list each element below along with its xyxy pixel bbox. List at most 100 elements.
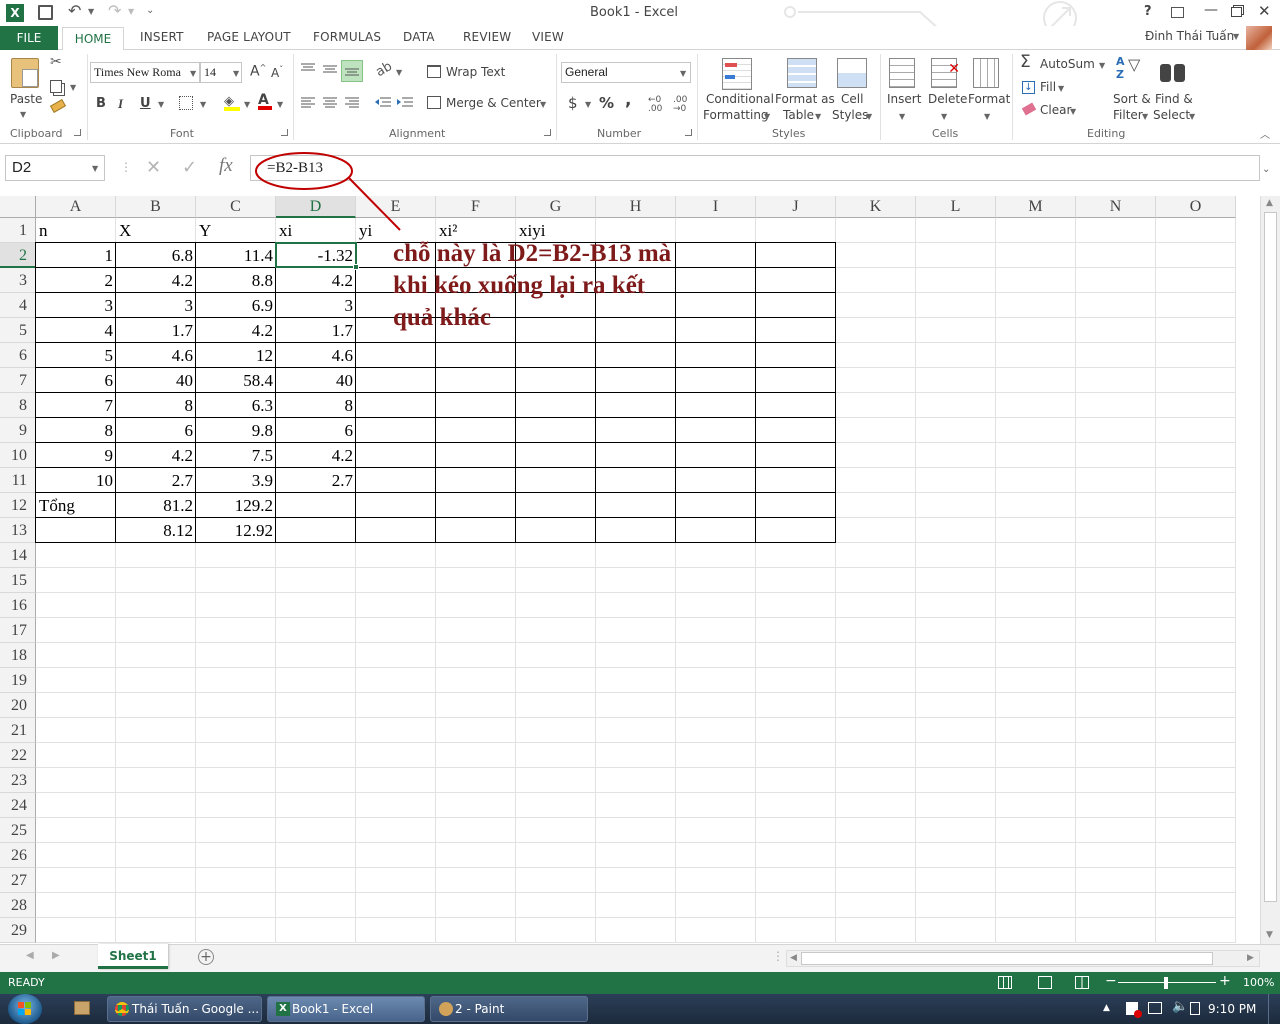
format-cells-icon[interactable] — [973, 58, 999, 88]
scroll-right-icon[interactable]: ▶ — [1247, 953, 1254, 963]
tab-formulas[interactable]: FORMULAS — [313, 30, 381, 44]
insert-cells-button[interactable]: Insert — [887, 92, 921, 106]
decrease-indent-icon[interactable] — [374, 96, 392, 110]
cell-b1[interactable]: X — [116, 218, 196, 243]
taskbar-paint[interactable]: 2 - Paint — [430, 996, 588, 1022]
cell-b10[interactable]: 4.2 — [116, 443, 196, 468]
delete-cells-button[interactable]: Delete — [928, 92, 967, 106]
font-color-icon[interactable]: A — [258, 92, 272, 110]
row-header-10[interactable]: 10 — [0, 443, 36, 468]
cell-c7[interactable]: 58.4 — [196, 368, 276, 393]
expand-formula-bar-icon[interactable]: ⌄ — [1262, 164, 1270, 175]
clear-button[interactable]: Clear — [1040, 103, 1071, 117]
delete-cells-icon[interactable]: ✕ — [931, 58, 960, 88]
number-format-combo[interactable]: General — [561, 62, 691, 83]
fill-handle[interactable] — [353, 264, 359, 270]
customize-qat-icon[interactable]: ⌄ — [146, 5, 154, 16]
cell-styles-dropdown-icon[interactable]: ▼ — [866, 112, 872, 121]
cell-d5[interactable]: 1.7 — [276, 318, 356, 343]
name-box[interactable]: D2 — [5, 155, 105, 181]
fill-dropdown-icon[interactable]: ▼ — [1058, 84, 1064, 93]
middle-align-icon[interactable] — [322, 62, 338, 76]
align-right-icon[interactable] — [344, 96, 360, 110]
start-button[interactable] — [8, 994, 42, 1024]
restore-button[interactable] — [1231, 7, 1242, 17]
taskbar-chrome[interactable]: Thái Tuấn - Google ... — [107, 996, 262, 1022]
font-name-dropdown-icon[interactable]: ▼ — [190, 69, 196, 78]
cell-c8[interactable]: 6.3 — [196, 393, 276, 418]
row-header-6[interactable]: 6 — [0, 343, 36, 368]
cell-b13[interactable]: 8.12 — [116, 518, 196, 543]
insert-dropdown-icon[interactable]: ▼ — [899, 112, 905, 121]
row-header-27[interactable]: 27 — [0, 868, 36, 893]
show-hidden-icons[interactable]: ▲ — [1103, 1003, 1110, 1013]
row-header-21[interactable]: 21 — [0, 718, 36, 743]
active-cell-d2[interactable] — [275, 242, 357, 268]
tab-data[interactable]: DATA — [403, 30, 435, 44]
cut-icon[interactable]: ✂ — [50, 54, 62, 70]
cell-d11[interactable]: 2.7 — [276, 468, 356, 493]
cell-b3[interactable]: 4.2 — [116, 268, 196, 293]
borders-icon[interactable] — [179, 96, 193, 110]
column-header-i[interactable]: I — [676, 196, 756, 218]
fill-button[interactable]: Fill — [1040, 80, 1056, 94]
cell-c4[interactable]: 6.9 — [196, 293, 276, 318]
row-header-4[interactable]: 4 — [0, 293, 36, 318]
percent-button[interactable]: % — [599, 94, 614, 112]
cell-d3[interactable]: 4.2 — [276, 268, 356, 293]
row-header-12[interactable]: 12 — [0, 493, 36, 518]
font-size-dropdown-icon[interactable]: ▼ — [233, 69, 239, 78]
cell-a3[interactable]: 2 — [36, 268, 116, 293]
fill-color-icon[interactable]: ◈ — [224, 94, 240, 111]
cell-a4[interactable]: 3 — [36, 293, 116, 318]
user-name[interactable]: Đinh Thái Tuấn — [1145, 29, 1234, 43]
sort-filter-label2[interactable]: Filter — [1113, 108, 1143, 122]
row-header-16[interactable]: 16 — [0, 593, 36, 618]
cell-c5[interactable]: 4.2 — [196, 318, 276, 343]
insert-cells-icon[interactable] — [889, 58, 915, 88]
tab-insert[interactable]: INSERT — [140, 30, 184, 44]
minimize-button[interactable]: — — [1204, 2, 1218, 18]
row-header-2[interactable]: 2 — [0, 243, 36, 268]
row-header-9[interactable]: 9 — [0, 418, 36, 443]
cell-a12[interactable]: Tổng — [36, 493, 116, 518]
bold-button[interactable]: B — [96, 96, 106, 111]
merge-center-icon[interactable] — [427, 96, 441, 109]
column-header-k[interactable]: K — [836, 196, 916, 218]
row-header-3[interactable]: 3 — [0, 268, 36, 293]
conditional-formatting-dropdown-icon[interactable]: ▼ — [764, 112, 770, 121]
fill-color-dropdown-icon[interactable]: ▼ — [244, 100, 250, 109]
user-dropdown-icon[interactable]: ▼ — [1233, 32, 1239, 41]
comma-button[interactable]: , — [625, 90, 631, 110]
redo-dropdown-icon[interactable]: ▼ — [128, 7, 134, 16]
currency-button[interactable]: $ — [568, 94, 578, 112]
format-as-table-dropdown-icon[interactable]: ▼ — [815, 112, 821, 121]
formula-bar-grip-icon[interactable]: ⋮ — [120, 160, 132, 174]
clear-icon[interactable] — [1021, 102, 1037, 116]
save-icon[interactable] — [38, 5, 53, 20]
column-header-m[interactable]: M — [996, 196, 1076, 218]
clear-dropdown-icon[interactable]: ▼ — [1070, 107, 1076, 116]
cell-c11[interactable]: 3.9 — [196, 468, 276, 493]
cell-b4[interactable]: 3 — [116, 293, 196, 318]
row-header-15[interactable]: 15 — [0, 568, 36, 593]
select-all-corner[interactable] — [0, 196, 36, 218]
row-header-11[interactable]: 11 — [0, 468, 36, 493]
font-color-dropdown-icon[interactable]: ▼ — [277, 100, 283, 109]
tab-home[interactable]: HOME — [62, 27, 124, 51]
cell-d6[interactable]: 4.6 — [276, 343, 356, 368]
underline-button[interactable]: U — [140, 96, 151, 111]
autosum-icon[interactable]: Σ — [1020, 52, 1031, 72]
find-select-icon[interactable] — [1160, 60, 1186, 82]
cell-a6[interactable]: 5 — [36, 343, 116, 368]
delete-dropdown-icon[interactable]: ▼ — [941, 112, 947, 121]
cell-c6[interactable]: 12 — [196, 343, 276, 368]
tab-split-grip-icon[interactable]: ⋮ — [772, 949, 784, 963]
redo-icon[interactable]: ↷ — [108, 1, 121, 20]
number-format-dropdown-icon[interactable]: ▼ — [680, 69, 686, 78]
increase-font-icon[interactable]: A^ — [250, 63, 266, 80]
row-header-28[interactable]: 28 — [0, 893, 36, 918]
confirm-entry-icon[interactable]: ✓ — [182, 157, 197, 178]
increase-indent-icon[interactable] — [396, 96, 414, 110]
column-header-f[interactable]: F — [436, 196, 516, 218]
